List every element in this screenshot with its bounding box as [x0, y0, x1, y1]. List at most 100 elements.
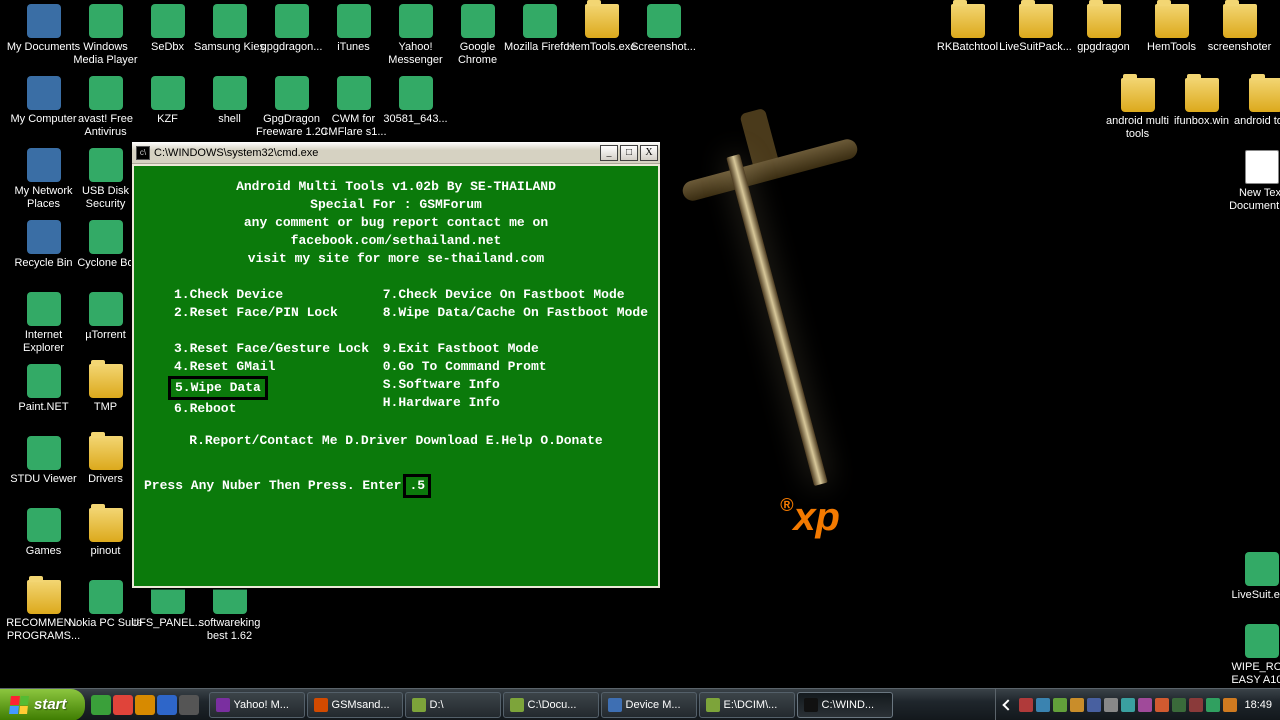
clock[interactable]: 18:49 — [1244, 699, 1272, 711]
desktop-icon[interactable]: LiveSuitPack... — [998, 4, 1073, 54]
folder-icon — [951, 4, 985, 38]
desktop-icon-label: WIPE_ROM EASY A10... — [1224, 661, 1280, 687]
app-icon — [275, 4, 309, 38]
task-icon — [412, 698, 426, 712]
folder-icon — [1121, 78, 1155, 112]
taskbar[interactable]: start Yahoo! M... GSMsand... D:\ C:\Docu...… — [0, 688, 1280, 720]
desktop-icon[interactable]: screenshoter — [1202, 4, 1277, 54]
file-icon — [1245, 150, 1279, 184]
desktop-icon[interactable]: WIPE_ROM EASY A10... — [1224, 624, 1280, 687]
prompt-input[interactable]: .5 — [403, 474, 431, 498]
task-icon — [804, 698, 818, 712]
tray-icon[interactable] — [1036, 698, 1050, 712]
task-label: C:\WIND... — [822, 699, 875, 711]
cmd-icon: c\ — [136, 146, 150, 160]
taskbar-task[interactable]: D:\ — [405, 692, 501, 718]
task-icon — [510, 698, 524, 712]
taskbar-task[interactable]: C:\Docu... — [503, 692, 599, 718]
task-icon — [216, 698, 230, 712]
tray-icon[interactable] — [1223, 698, 1237, 712]
folder-icon — [1223, 4, 1257, 38]
menu-item: 7.Check Device On Fastboot Mode — [383, 286, 648, 304]
close-button[interactable]: X — [640, 145, 658, 161]
maximize-button[interactable]: □ — [620, 145, 638, 161]
folder-icon — [89, 508, 123, 542]
desktop-icon[interactable]: HemTools — [1134, 4, 1209, 54]
folder-icon — [585, 4, 619, 38]
taskbar-task[interactable]: GSMsand... — [307, 692, 403, 718]
prompt-text: Press Any Nuber Then Press. Enter — [144, 477, 401, 495]
desktop-icon[interactable]: android tools — [1228, 78, 1280, 128]
taskbar-task[interactable]: E:\DCIM\... — [699, 692, 795, 718]
desktop-icon-label: 30581_643... — [378, 113, 453, 126]
folder-icon — [89, 436, 123, 470]
start-button[interactable]: start — [0, 689, 85, 720]
menu-bottom-row: R.Report/Contact Me D.Driver Download E.… — [144, 432, 648, 450]
task-icon — [608, 698, 622, 712]
desktop-icon[interactable]: 30581_643... — [378, 76, 453, 126]
desktop-icon-label: softwareking best 1.62 — [192, 617, 267, 643]
tray-icon[interactable] — [1206, 698, 1220, 712]
app-icon — [27, 76, 61, 110]
task-buttons[interactable]: Yahoo! M... GSMsand... D:\ C:\Docu... Device… — [209, 692, 992, 718]
desktop-icon[interactable]: softwareking best 1.62 — [192, 580, 267, 643]
menu-item: H.Hardware Info — [383, 394, 648, 412]
task-label: GSMsand... — [332, 699, 390, 711]
app-icon — [27, 148, 61, 182]
minimize-button[interactable]: _ — [600, 145, 618, 161]
menu-item: 6.Reboot — [174, 400, 383, 418]
menu-col-left: 1.Check Device2.Reset Face/PIN Lock 3.Re… — [174, 286, 383, 418]
app-icon — [27, 508, 61, 542]
highlighted-menu-item: 5.Wipe Data — [168, 376, 268, 400]
tray-icon[interactable] — [1121, 698, 1135, 712]
tray-icon[interactable] — [1172, 698, 1186, 712]
app-icon — [151, 4, 185, 38]
cmd-body[interactable]: Android Multi Tools v1.02b By SE-THAILAN… — [134, 166, 658, 586]
taskbar-task[interactable]: Device M... — [601, 692, 697, 718]
tray-icon[interactable] — [1053, 698, 1067, 712]
quick-launch-item[interactable] — [113, 695, 133, 715]
tray-expand-icon[interactable] — [1003, 699, 1014, 710]
cmd-titlebar[interactable]: c\ C:\WINDOWS\system32\cmd.exe _ □ X — [132, 142, 660, 164]
tray-icon[interactable] — [1087, 698, 1101, 712]
windows-logo-icon — [9, 696, 29, 714]
desktop-icon[interactable]: RKBatchtool — [930, 4, 1005, 54]
quick-launch-item[interactable] — [179, 695, 199, 715]
desktop-icon[interactable]: Screenshot... — [626, 4, 701, 54]
quick-launch-item[interactable] — [91, 695, 111, 715]
app-icon — [89, 76, 123, 110]
app-icon — [399, 76, 433, 110]
menu-item: 3.Reset Face/Gesture Lock — [174, 340, 383, 358]
tray-icon[interactable] — [1138, 698, 1152, 712]
app-icon — [89, 580, 123, 614]
cmd-header-line: Android Multi Tools v1.02b By SE-THAILAN… — [144, 178, 648, 196]
app-icon — [27, 292, 61, 326]
desktop-icon[interactable]: New Text Document.txt — [1224, 150, 1280, 213]
quick-launch-item[interactable] — [157, 695, 177, 715]
tray-icon[interactable] — [1019, 698, 1033, 712]
cmd-window[interactable]: c\ C:\WINDOWS\system32\cmd.exe _ □ X And… — [131, 141, 661, 589]
desktop-icon[interactable]: LiveSuit.exe — [1224, 552, 1280, 602]
menu-item: 2.Reset Face/PIN Lock — [174, 304, 383, 322]
app-icon — [337, 76, 371, 110]
cmd-header-line: visit my site for more se-thailand.com — [144, 250, 648, 268]
system-tray[interactable]: 18:49 — [995, 689, 1280, 720]
desktop-icon[interactable]: gpgdragon — [1066, 4, 1141, 54]
taskbar-task[interactable]: Yahoo! M... — [209, 692, 305, 718]
quick-launch-item[interactable] — [135, 695, 155, 715]
quick-launch[interactable] — [91, 695, 199, 715]
tray-icon[interactable] — [1189, 698, 1203, 712]
tray-icon[interactable] — [1104, 698, 1118, 712]
folder-icon — [89, 364, 123, 398]
app-icon — [1245, 624, 1279, 658]
tray-icon[interactable] — [1155, 698, 1169, 712]
app-icon — [523, 4, 557, 38]
task-label: C:\Docu... — [528, 699, 577, 711]
taskbar-task[interactable]: C:\WIND... — [797, 692, 893, 718]
desktop-icon-label: LiveSuitPack... — [998, 41, 1073, 54]
folder-icon — [1185, 78, 1219, 112]
tray-icon[interactable] — [1070, 698, 1084, 712]
cmd-header-line: any comment or bug report contact me on … — [144, 214, 648, 250]
menu-item: 0.Go To Command Promt — [383, 358, 648, 376]
prompt-row[interactable]: Press Any Nuber Then Press. Enter .5 — [144, 474, 648, 498]
